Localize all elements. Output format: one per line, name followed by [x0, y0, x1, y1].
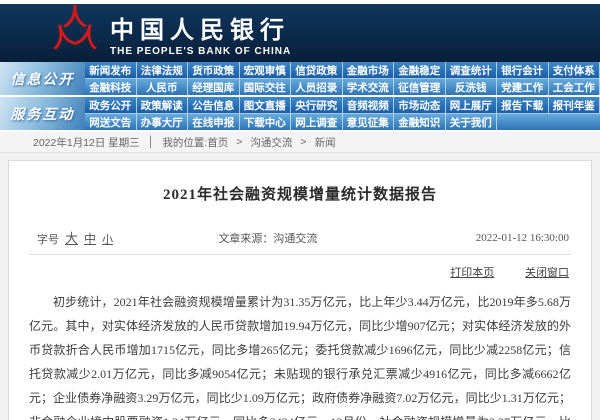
- article-source: 文章来源：沟通交流: [202, 230, 397, 246]
- nav-item[interactable]: 金融市场: [343, 62, 395, 78]
- close-window-link[interactable]: 关闭窗口: [525, 267, 569, 279]
- nav-item[interactable]: 学术交流: [343, 79, 395, 95]
- article-paragraph: 初步统计，2021年社会融资规模增量累计为31.35万亿元，比上年少3.44万亿…: [29, 290, 571, 420]
- nav-item[interactable]: 支付体系: [549, 62, 600, 78]
- breadcrumb-arrow-icon: >: [300, 136, 306, 148]
- nav-label-information: 信息公开: [0, 62, 85, 95]
- brand-name-chinese: 中国人民银行: [110, 10, 291, 45]
- print-page-link[interactable]: 打印本页: [450, 267, 494, 279]
- nav-item[interactable]: 信贷政策: [291, 62, 343, 78]
- nav-item[interactable]: 宏观审慎: [240, 62, 292, 78]
- nav-row-service-2: 网送文告办事大厅在线申报下载中心网上调查意见征集金融知识关于我们: [85, 114, 600, 130]
- nav-rows-information: 新闻发布法律法规货币政策宏观审慎信贷政策金融市场金融稳定调查统计银行会计支付体系…: [85, 62, 600, 95]
- nav-section-service: 服务互动 政务公开政策解读公告信息图文直播央行研究音频视频市场动态网上展厅报告下…: [0, 97, 600, 130]
- nav-item[interactable]: 工会工作: [549, 79, 600, 95]
- nav-item[interactable]: 人员招录: [291, 79, 343, 95]
- nav-item[interactable]: 国际交往: [240, 79, 292, 95]
- brand-name-english: THE PEOPLE'S BANK OF CHINA: [110, 46, 291, 57]
- article-body: 初步统计，2021年社会融资规模增量累计为31.35万亿元，比上年少3.44万亿…: [29, 284, 571, 420]
- font-size-controls: 字号 大 中 小: [29, 228, 202, 247]
- breadcrumb-date: 2022年1月12日 星期三: [33, 135, 140, 150]
- nav-item[interactable]: 报刊年鉴: [549, 97, 600, 113]
- nav-item[interactable]: 网上展厅: [446, 97, 498, 113]
- breadcrumb: 2022年1月12日 星期三 │ 我的位置:首页 > 沟通交流 > 新闻: [0, 132, 600, 153]
- nav-item[interactable]: 市场动态: [394, 97, 446, 113]
- nav-item[interactable]: 银行会计: [497, 62, 549, 78]
- nav-item[interactable]: 人民币: [137, 79, 189, 95]
- pboc-logo-icon: 人人人: [52, 9, 98, 57]
- nav-item[interactable]: 公告信息: [188, 97, 240, 113]
- nav-item[interactable]: 征信管理: [394, 79, 446, 95]
- nav-item[interactable]: 音频视频: [343, 97, 395, 113]
- article-actions: 打印本页 关闭窗口: [29, 255, 571, 284]
- nav-row-information-2: 金融科技人民币经理国库国际交往人员招录学术交流征信管理反洗钱党建工作工会工作: [85, 79, 600, 95]
- nav-item[interactable]: 网送文告: [85, 114, 137, 130]
- breadcrumb-arrow-icon: >: [236, 136, 242, 148]
- nav-item[interactable]: 反洗钱: [446, 79, 498, 95]
- breadcrumb-divider: │: [148, 136, 155, 148]
- article-datetime: 2022-01-12 16:30:00: [398, 232, 571, 244]
- nav-item[interactable]: 网上调查: [291, 114, 343, 130]
- breadcrumb-current-page[interactable]: 新闻: [315, 135, 336, 150]
- font-size-small-button[interactable]: 小: [102, 231, 113, 247]
- nav-item[interactable]: 经理国库: [188, 79, 240, 95]
- nav-rows-service: 政务公开政策解读公告信息图文直播央行研究音频视频市场动态网上展厅报告下载报刊年鉴…: [85, 97, 600, 130]
- page-background: 2021年社会融资规模增量统计数据报告 字号 大 中 小 文章来源：沟通交流 2…: [0, 153, 600, 420]
- nav-item[interactable]: 下载中心: [240, 114, 292, 130]
- nav-section-information: 信息公开 新闻发布法律法规货币政策宏观审慎信贷政策金融市场金融稳定调查统计银行会…: [0, 62, 600, 95]
- nav-item[interactable]: 新闻发布: [85, 62, 137, 78]
- nav-item[interactable]: 政务公开: [85, 97, 137, 113]
- breadcrumb-home-link[interactable]: 我的位置:首页: [162, 135, 228, 150]
- font-size-large-button[interactable]: 大: [65, 228, 78, 247]
- nav-item[interactable]: 报告下载: [497, 97, 549, 113]
- font-size-label: 字号: [37, 231, 59, 247]
- nav-item[interactable]: 关于我们: [446, 114, 498, 130]
- breadcrumb-section-link[interactable]: 沟通交流: [250, 135, 292, 150]
- nav-label-service: 服务互动: [0, 97, 85, 130]
- nav-item[interactable]: 金融科技: [85, 79, 137, 95]
- site-header: 人人人 中国人民银行 THE PEOPLE'S BANK OF CHINA: [0, 4, 600, 62]
- nav-item[interactable]: 金融稳定: [394, 62, 446, 78]
- nav-item[interactable]: 图文直播: [240, 97, 292, 113]
- article-meta-row: 字号 大 中 小 文章来源：沟通交流 2022-01-12 16:30:00: [29, 228, 571, 255]
- nav-item[interactable]: 货币政策: [188, 62, 240, 78]
- nav-item[interactable]: 意见征集: [343, 114, 395, 130]
- font-size-medium-button[interactable]: 中: [84, 230, 96, 247]
- nav-item[interactable]: 在线申报: [188, 114, 240, 130]
- brand-block: 中国人民银行 THE PEOPLE'S BANK OF CHINA: [110, 10, 291, 57]
- nav-item[interactable]: 央行研究: [291, 97, 343, 113]
- nav-item[interactable]: 政策解读: [137, 97, 189, 113]
- nav-item[interactable]: 党建工作: [497, 79, 549, 95]
- article-container: 2021年社会融资规模增量统计数据报告 字号 大 中 小 文章来源：沟通交流 2…: [8, 160, 592, 420]
- nav-row-service-1: 政务公开政策解读公告信息图文直播央行研究音频视频市场动态网上展厅报告下载报刊年鉴: [85, 97, 600, 114]
- page-title: 2021年社会融资规模增量统计数据报告: [29, 161, 571, 228]
- nav-row-information-1: 新闻发布法律法规货币政策宏观审慎信贷政策金融市场金融稳定调查统计银行会计支付体系: [85, 62, 600, 79]
- nav-item[interactable]: 金融知识: [394, 114, 446, 130]
- nav-item[interactable]: 办事大厅: [137, 114, 189, 130]
- nav-item[interactable]: 调查统计: [446, 62, 498, 78]
- nav-item[interactable]: 法律法规: [137, 62, 189, 78]
